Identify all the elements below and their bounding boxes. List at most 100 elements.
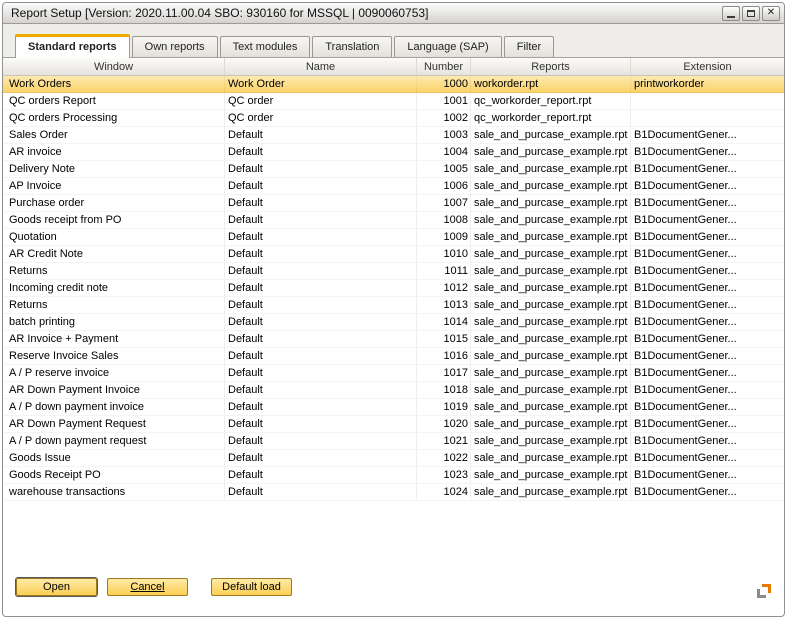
extension-cell: B1DocumentGener... (631, 161, 784, 178)
report-cell: sale_and_purcase_example.rpt (471, 195, 631, 212)
name-cell: Default (225, 314, 417, 331)
name-cell: Default (225, 263, 417, 280)
column-header-reports[interactable]: Reports (471, 58, 631, 75)
number-cell: 1015 (417, 331, 471, 348)
table-row[interactable]: AR Down Payment InvoiceDefault1018sale_a… (3, 382, 784, 399)
table-row[interactable]: AR Down Payment RequestDefault1020sale_a… (3, 416, 784, 433)
report-cell: sale_and_purcase_example.rpt (471, 280, 631, 297)
number-cell: 1018 (417, 382, 471, 399)
report-cell: sale_and_purcase_example.rpt (471, 297, 631, 314)
column-header-name[interactable]: Name (225, 58, 417, 75)
number-cell: 1011 (417, 263, 471, 280)
window-cell: Purchase order (3, 195, 225, 212)
column-header-extension[interactable]: Extension (631, 58, 784, 75)
extension-cell: B1DocumentGener... (631, 399, 784, 416)
table-row[interactable]: AR Credit NoteDefault1010sale_and_purcas… (3, 246, 784, 263)
minimize-button[interactable] (722, 6, 740, 21)
tab-translation[interactable]: Translation (312, 36, 392, 57)
window-cell: Returns (3, 263, 225, 280)
table-row[interactable]: Sales OrderDefault1003sale_and_purcase_e… (3, 127, 784, 144)
name-cell: Default (225, 348, 417, 365)
window-cell: AR invoice (3, 144, 225, 161)
report-cell: sale_and_purcase_example.rpt (471, 127, 631, 144)
table-row[interactable]: Purchase orderDefault1007sale_and_purcas… (3, 195, 784, 212)
table-row[interactable]: Goods receipt from PODefault1008sale_and… (3, 212, 784, 229)
report-cell: sale_and_purcase_example.rpt (471, 263, 631, 280)
report-cell: sale_and_purcase_example.rpt (471, 229, 631, 246)
extension-cell: B1DocumentGener... (631, 212, 784, 229)
tab-text-modules[interactable]: Text modules (220, 36, 311, 57)
window-cell: batch printing (3, 314, 225, 331)
extension-cell: B1DocumentGener... (631, 195, 784, 212)
extension-cell: B1DocumentGener... (631, 280, 784, 297)
table-row[interactable]: AR Invoice + PaymentDefault1015sale_and_… (3, 331, 784, 348)
number-cell: 1005 (417, 161, 471, 178)
extension-cell: B1DocumentGener... (631, 348, 784, 365)
report-cell: sale_and_purcase_example.rpt (471, 433, 631, 450)
name-cell: Default (225, 178, 417, 195)
table-row[interactable]: A / P down payment requestDefault1021sal… (3, 433, 784, 450)
number-cell: 1000 (417, 76, 471, 93)
report-cell: sale_and_purcase_example.rpt (471, 484, 631, 501)
window-controls: ✕ (722, 6, 780, 21)
number-cell: 1010 (417, 246, 471, 263)
number-cell: 1008 (417, 212, 471, 229)
column-header-window[interactable]: Window (3, 58, 225, 75)
extension-cell: B1DocumentGener... (631, 229, 784, 246)
table-row[interactable]: ReturnsDefault1013sale_and_purcase_examp… (3, 297, 784, 314)
table-row[interactable]: QC orders ReportQC order1001qc_workorder… (3, 93, 784, 110)
name-cell: Default (225, 195, 417, 212)
table-row[interactable]: QC orders ProcessingQC order1002qc_worko… (3, 110, 784, 127)
window-cell: Reserve Invoice Sales (3, 348, 225, 365)
report-cell: sale_and_purcase_example.rpt (471, 348, 631, 365)
number-cell: 1007 (417, 195, 471, 212)
report-cell: sale_and_purcase_example.rpt (471, 246, 631, 263)
cancel-button[interactable]: Cancel (107, 578, 188, 596)
window-cell: Sales Order (3, 127, 225, 144)
extension-cell: B1DocumentGener... (631, 450, 784, 467)
tab-own-reports[interactable]: Own reports (132, 36, 218, 57)
table-row[interactable]: batch printingDefault1014sale_and_purcas… (3, 314, 784, 331)
open-button[interactable]: Open (16, 578, 97, 596)
tab-standard-reports[interactable]: Standard reports (15, 34, 130, 58)
name-cell: Default (225, 127, 417, 144)
table-row[interactable]: Goods IssueDefault1022sale_and_purcase_e… (3, 450, 784, 467)
number-cell: 1014 (417, 314, 471, 331)
maximize-button[interactable] (742, 6, 760, 21)
table-row[interactable]: Incoming credit noteDefault1012sale_and_… (3, 280, 784, 297)
table-row[interactable]: A / P reserve invoiceDefault1017sale_and… (3, 365, 784, 382)
report-cell: sale_and_purcase_example.rpt (471, 331, 631, 348)
extension-cell (631, 93, 784, 110)
name-cell: Default (225, 416, 417, 433)
default-load-button[interactable]: Default load (211, 578, 292, 596)
table-row[interactable]: Work OrdersWork Order1000workorder.rptpr… (3, 76, 784, 93)
table-row[interactable]: Delivery NoteDefault1005sale_and_purcase… (3, 161, 784, 178)
resize-grip-icon[interactable] (757, 584, 771, 598)
table-row[interactable]: AR invoiceDefault1004sale_and_purcase_ex… (3, 144, 784, 161)
number-cell: 1021 (417, 433, 471, 450)
table-row[interactable]: Goods Receipt PODefault1023sale_and_purc… (3, 467, 784, 484)
window-cell: AR Invoice + Payment (3, 331, 225, 348)
name-cell: Work Order (225, 76, 417, 93)
title-bar: Report Setup [Version: 2020.11.00.04 SBO… (3, 3, 784, 24)
number-cell: 1009 (417, 229, 471, 246)
extension-cell: B1DocumentGener... (631, 127, 784, 144)
extension-cell: B1DocumentGener... (631, 263, 784, 280)
tab-language-sap[interactable]: Language (SAP) (394, 36, 501, 57)
window-cell: A / P reserve invoice (3, 365, 225, 382)
name-cell: Default (225, 467, 417, 484)
table-row[interactable]: A / P down payment invoiceDefault1019sal… (3, 399, 784, 416)
table-row[interactable]: QuotationDefault1009sale_and_purcase_exa… (3, 229, 784, 246)
table-row[interactable]: ReturnsDefault1011sale_and_purcase_examp… (3, 263, 784, 280)
column-header-number[interactable]: Number (417, 58, 471, 75)
table-row[interactable]: AP InvoiceDefault1006sale_and_purcase_ex… (3, 178, 784, 195)
table-row[interactable]: warehouse transactionsDefault1024sale_an… (3, 484, 784, 501)
name-cell: Default (225, 161, 417, 178)
window-cell: Goods Receipt PO (3, 467, 225, 484)
close-button[interactable]: ✕ (762, 6, 780, 21)
name-cell: QC order (225, 110, 417, 127)
tab-filter[interactable]: Filter (504, 36, 554, 57)
name-cell: Default (225, 331, 417, 348)
table-row[interactable]: Reserve Invoice SalesDefault1016sale_and… (3, 348, 784, 365)
maximize-icon (747, 10, 755, 17)
